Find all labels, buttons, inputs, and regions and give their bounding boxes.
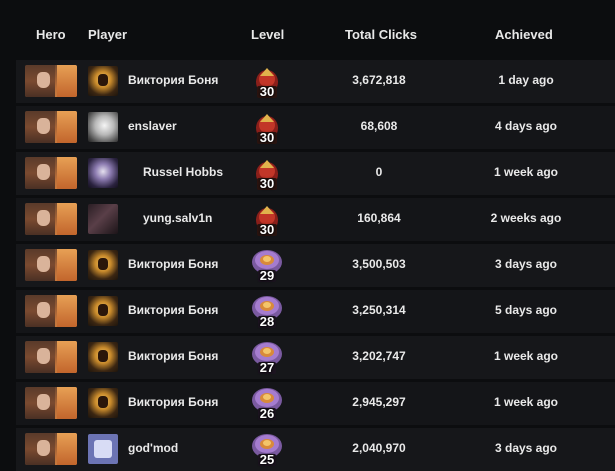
player-name[interactable]: enslaver <box>128 119 177 133</box>
hero-portrait[interactable] <box>25 111 77 143</box>
winged-badge: 30 <box>248 108 286 148</box>
round-badge: 26 <box>248 384 286 424</box>
header-player[interactable]: Player <box>88 27 127 42</box>
level-number: 30 <box>259 130 275 145</box>
table-row[interactable]: Виктория Боня 30 3,672,818 1 day ago <box>16 60 615 103</box>
level-number: 30 <box>259 84 275 99</box>
header-hero[interactable]: Hero <box>36 27 66 42</box>
achieved-time: 5 days ago <box>494 303 558 317</box>
achieved-time: 2 weeks ago <box>490 211 562 225</box>
table-row[interactable]: god'mod 25 2,040,970 3 days ago <box>16 428 615 471</box>
player-name[interactable]: Виктория Боня <box>128 349 218 363</box>
player-name[interactable]: yung.salv1n <box>143 211 212 225</box>
round-badge: 29 <box>248 246 286 286</box>
total-clicks: 0 <box>375 165 383 179</box>
total-clicks: 160,864 <box>357 211 401 225</box>
winged-badge: 30 <box>248 200 286 240</box>
hero-portrait[interactable] <box>25 341 77 373</box>
player-name[interactable]: Виктория Боня <box>128 257 218 271</box>
table-row[interactable]: enslaver 30 68,608 4 days ago <box>16 106 615 149</box>
header-achieved[interactable]: Achieved <box>495 27 553 42</box>
total-clicks: 2,040,970 <box>352 441 406 455</box>
table-row[interactable]: Виктория Боня 26 2,945,297 1 week ago <box>16 382 615 425</box>
achieved-time: 3 days ago <box>494 257 558 271</box>
hero-portrait[interactable] <box>25 387 77 419</box>
table-row[interactable]: Виктория Боня 27 3,202,747 1 week ago <box>16 336 615 379</box>
dark-avatar[interactable] <box>88 204 118 234</box>
level-number: 30 <box>259 176 275 191</box>
achieved-time: 1 day ago <box>498 73 554 87</box>
sketch-avatar[interactable] <box>88 112 118 142</box>
round-badge: 25 <box>248 430 286 470</box>
total-clicks: 3,500,503 <box>352 257 406 271</box>
level-number: 30 <box>259 222 275 237</box>
level-number: 27 <box>259 360 275 375</box>
total-clicks: 68,608 <box>360 119 398 133</box>
warrior-avatar[interactable] <box>88 388 118 418</box>
achieved-time: 1 week ago <box>493 349 559 363</box>
player-name[interactable]: Виктория Боня <box>128 395 218 409</box>
hero-portrait[interactable] <box>25 249 77 281</box>
header-total-clicks[interactable]: Total Clicks <box>345 27 417 42</box>
table-row[interactable]: Russel Hobbs 30 0 1 week ago <box>16 152 615 195</box>
total-clicks: 3,202,747 <box>352 349 406 363</box>
header-level[interactable]: Level <box>251 27 284 42</box>
level-number: 26 <box>259 406 275 421</box>
table-row[interactable]: Виктория Боня 28 3,250,314 5 days ago <box>16 290 615 333</box>
player-name[interactable]: Виктория Боня <box>128 303 218 317</box>
hero-portrait[interactable] <box>25 433 77 465</box>
warrior-avatar[interactable] <box>88 250 118 280</box>
table-header: Hero Player Level Total Clicks Achieved <box>0 0 615 56</box>
round-badge: 28 <box>248 292 286 332</box>
player-name[interactable]: god'mod <box>128 441 178 455</box>
hero-portrait[interactable] <box>25 203 77 235</box>
achieved-time: 4 days ago <box>494 119 558 133</box>
warrior-avatar[interactable] <box>88 66 118 96</box>
player-name[interactable]: Russel Hobbs <box>143 165 223 179</box>
player-name[interactable]: Виктория Боня <box>128 73 218 87</box>
achieved-time: 1 week ago <box>493 165 559 179</box>
achieved-time: 1 week ago <box>493 395 559 409</box>
anime-avatar[interactable] <box>88 158 118 188</box>
total-clicks: 3,250,314 <box>352 303 406 317</box>
total-clicks: 2,945,297 <box>352 395 406 409</box>
hero-portrait[interactable] <box>25 295 77 327</box>
total-clicks: 3,672,818 <box>352 73 406 87</box>
level-number: 25 <box>259 452 275 467</box>
level-number: 29 <box>259 268 275 283</box>
hero-portrait[interactable] <box>25 65 77 97</box>
level-number: 28 <box>259 314 275 329</box>
hero-portrait[interactable] <box>25 157 77 189</box>
table-row[interactable]: Виктория Боня 29 3,500,503 3 days ago <box>16 244 615 287</box>
table-row[interactable]: yung.salv1n 30 160,864 2 weeks ago <box>16 198 615 241</box>
mod-avatar[interactable] <box>88 434 118 464</box>
warrior-avatar[interactable] <box>88 296 118 326</box>
warrior-avatar[interactable] <box>88 342 118 372</box>
winged-badge: 30 <box>248 62 286 102</box>
achieved-time: 3 days ago <box>494 441 558 455</box>
winged-badge: 30 <box>248 154 286 194</box>
round-badge: 27 <box>248 338 286 378</box>
